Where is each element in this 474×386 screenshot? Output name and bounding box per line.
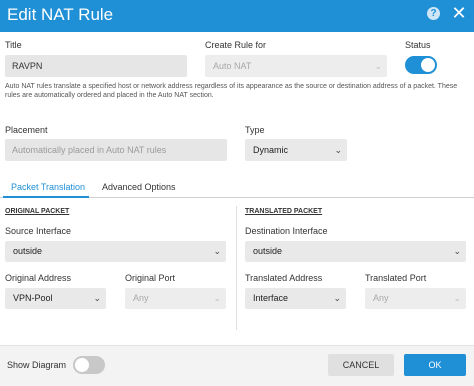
chevron-down-icon: ⌄ [93, 293, 101, 303]
translated-port-value: Any [373, 293, 389, 303]
source-interface-value: outside [13, 246, 43, 256]
tab-advanced-options[interactable]: Advanced Options [102, 182, 176, 192]
close-icon[interactable]: ✕ [451, 4, 467, 22]
destination-interface-label: Destination Interface [245, 226, 328, 236]
status-label: Status [405, 40, 431, 50]
type-select[interactable]: Dynamic ⌄ [245, 139, 347, 161]
original-address-select[interactable]: VPN-Pool ⌄ [5, 288, 106, 309]
source-interface-label: Source Interface [5, 226, 72, 236]
show-diagram-toggle[interactable] [73, 356, 105, 374]
show-diagram-label: Show Diagram [7, 360, 67, 370]
help-icon[interactable]: ? [427, 7, 440, 20]
placement-field: Automatically placed in Auto NAT rules [5, 139, 227, 161]
chevron-down-icon: ⌄ [453, 246, 461, 256]
original-address-value: VPN-Pool [13, 293, 53, 303]
chevron-down-icon: ⌄ [333, 293, 341, 303]
dialog-title: Edit NAT Rule [7, 5, 114, 24]
destination-interface-select[interactable]: outside ⌄ [245, 241, 466, 262]
toggle-knob [75, 358, 89, 372]
packet-columns-divider [236, 206, 237, 330]
type-value: Dynamic [253, 145, 289, 155]
type-label: Type [245, 125, 265, 135]
original-address-label: Original Address [5, 273, 72, 283]
active-tab-indicator [3, 196, 89, 198]
translated-address-label: Translated Address [245, 273, 323, 283]
translated-port-select: Any ⌄ [365, 288, 466, 309]
dialog-footer [0, 345, 474, 386]
chevron-down-icon: ⌄ [213, 246, 221, 256]
tab-packet-translation[interactable]: Packet Translation [11, 182, 85, 192]
ok-button[interactable]: OK [404, 354, 466, 376]
chevron-down-icon: ⌄ [374, 61, 382, 71]
status-toggle[interactable] [405, 56, 437, 74]
create-rule-for-label: Create Rule for [205, 40, 267, 50]
dialog-title-bar: Edit NAT Rule ? ✕ [0, 0, 474, 32]
toggle-knob [421, 58, 435, 72]
title-input[interactable]: RAVPN [5, 55, 187, 77]
cancel-button[interactable]: CANCEL [328, 354, 394, 376]
chevron-down-icon: ⌄ [213, 293, 221, 303]
translated-address-value: Interface [253, 293, 289, 303]
original-port-value: Any [133, 293, 149, 303]
create-rule-for-select: Auto NAT ⌄ [205, 55, 387, 77]
create-rule-for-value: Auto NAT [213, 61, 252, 71]
placement-label: Placement [5, 125, 48, 135]
chevron-down-icon: ⌄ [453, 293, 461, 303]
translated-address-select[interactable]: Interface ⌄ [245, 288, 346, 309]
auto-nat-description: Auto NAT rules translate a specified hos… [5, 83, 458, 99]
source-interface-select[interactable]: outside ⌄ [5, 241, 226, 262]
original-port-label: Original Port [125, 273, 176, 283]
translated-port-label: Translated Port [365, 273, 427, 283]
title-label: Title [5, 40, 22, 50]
original-port-select: Any ⌄ [125, 288, 226, 309]
chevron-down-icon: ⌄ [334, 145, 342, 155]
translated-packet-heading: TRANSLATED PACKET [245, 208, 323, 215]
original-packet-heading: ORIGINAL PACKET [5, 208, 70, 215]
destination-interface-value: outside [253, 246, 283, 256]
